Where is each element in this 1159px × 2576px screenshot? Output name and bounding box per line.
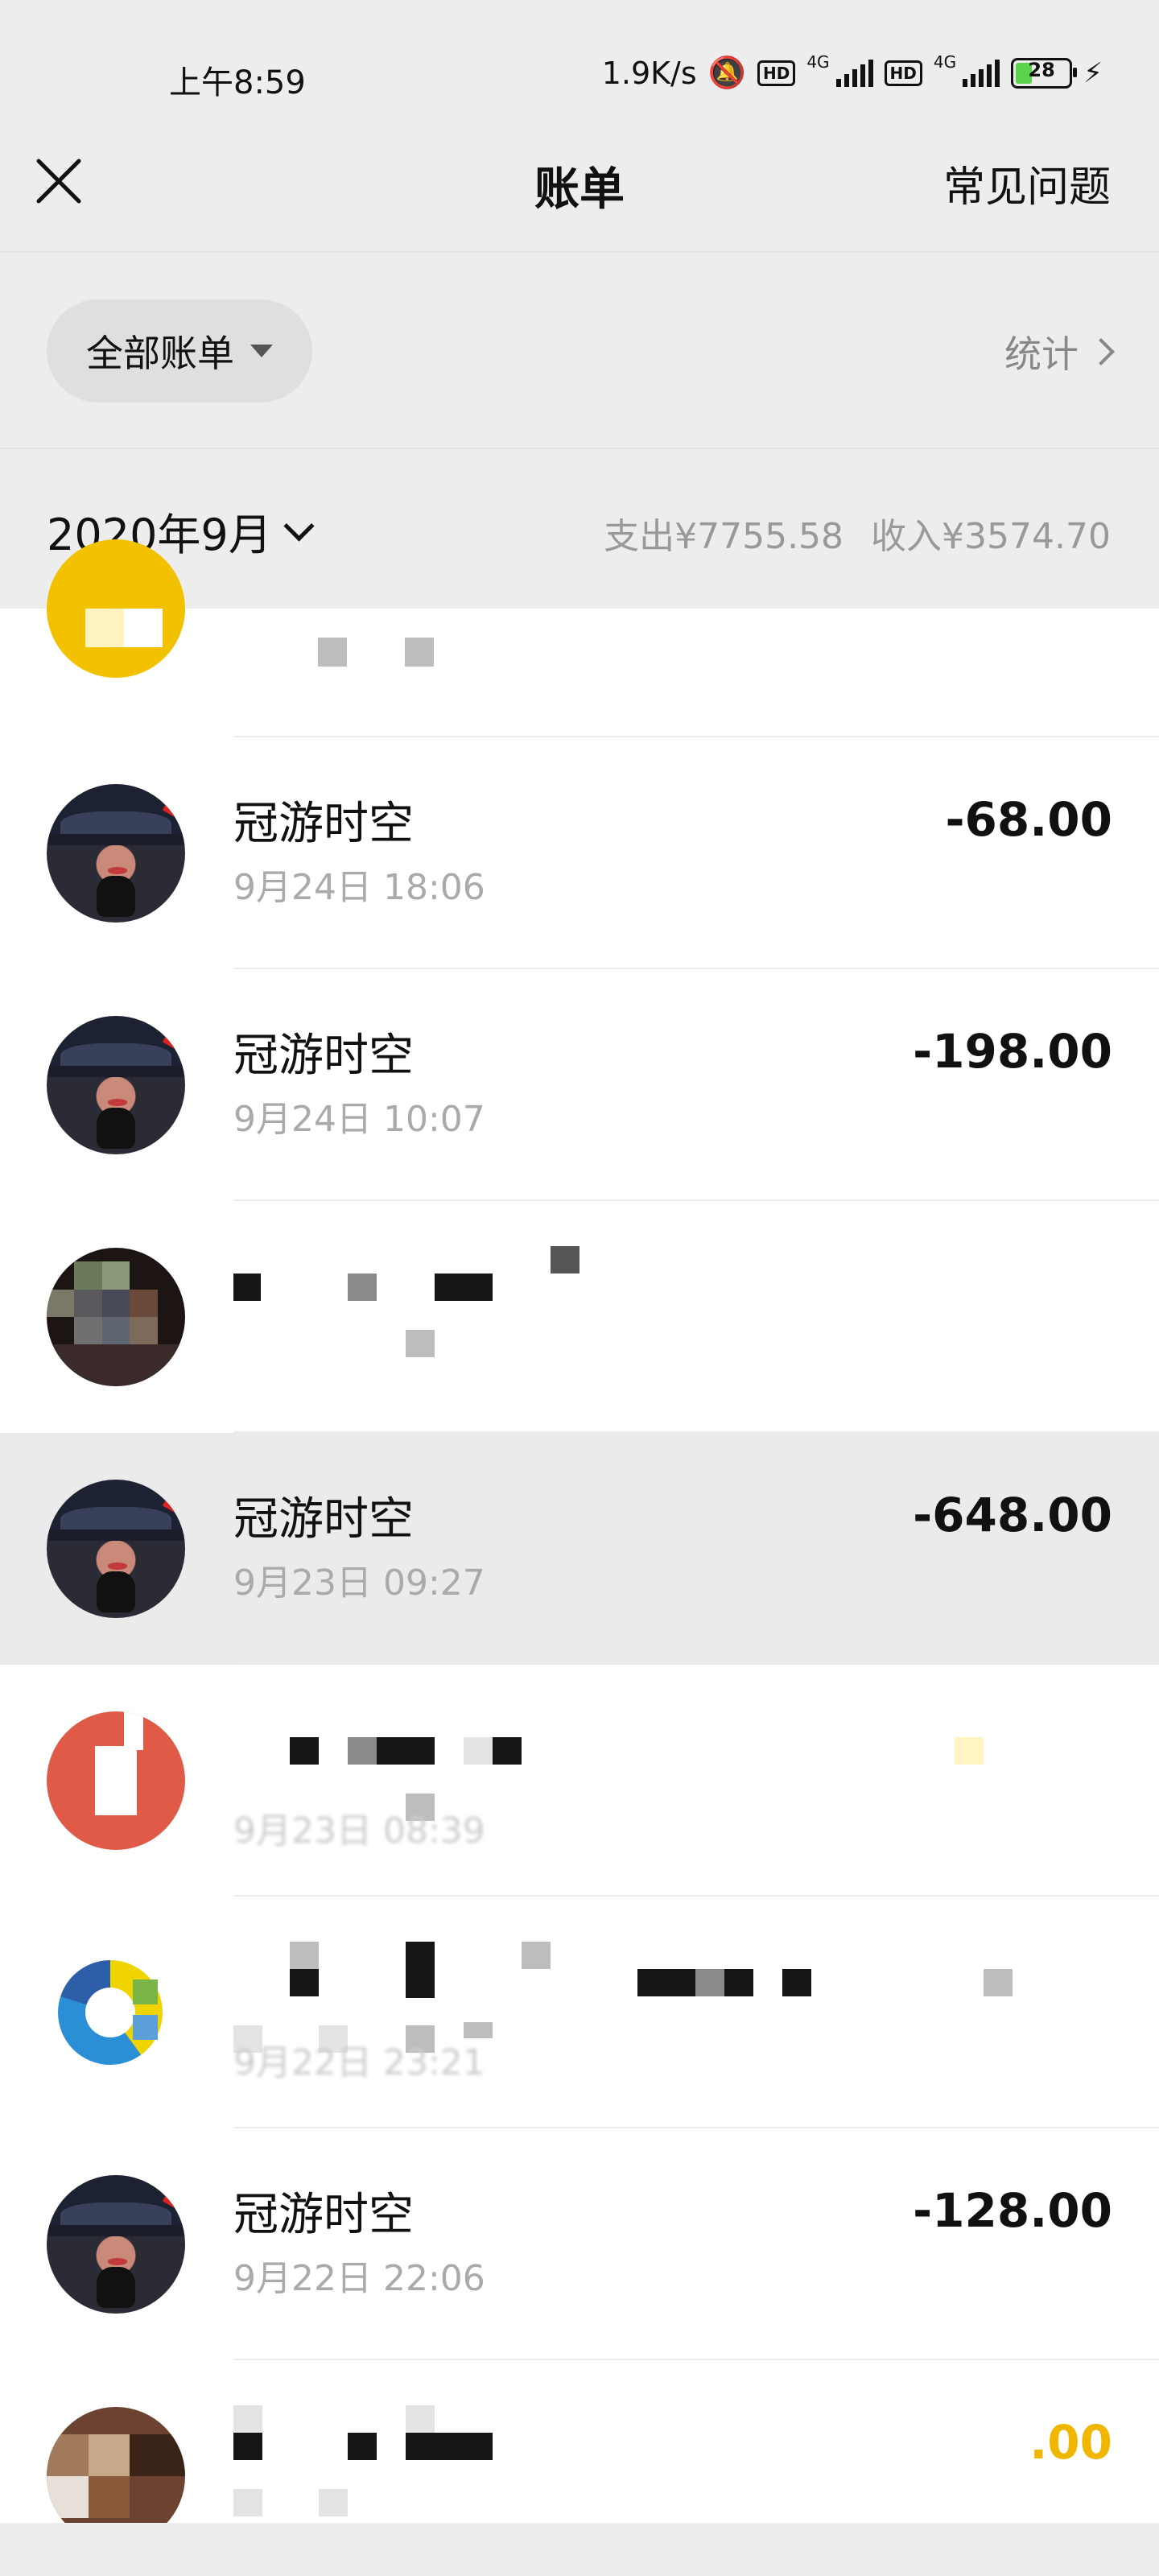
merchant-avatar xyxy=(47,2175,185,2314)
transaction-amount: -648.00 xyxy=(913,1488,1112,1542)
stats-link[interactable]: 统计 xyxy=(1004,325,1115,378)
mosaic-block xyxy=(348,1737,377,1765)
signal-icon xyxy=(835,59,873,87)
mosaic-block xyxy=(406,1942,435,1998)
mosaic-block xyxy=(984,1969,1013,1996)
income-total: 收入¥3574.70 xyxy=(871,516,1111,557)
battery-level: 28 xyxy=(1028,58,1055,81)
merchant-avatar xyxy=(47,1016,185,1154)
transaction-time: 9月22日 22:06 xyxy=(233,2258,485,2299)
mosaic-block xyxy=(233,2489,262,2516)
transaction-time: 9月23日 09:27 xyxy=(233,1563,485,1604)
transaction-name: 冠游时空 xyxy=(233,798,414,850)
merchant-avatar xyxy=(47,1480,185,1618)
transaction-amount: -128.00 xyxy=(913,2183,1112,2238)
chevron-right-icon xyxy=(1087,338,1115,365)
filter-bar: 全部账单 统计 xyxy=(0,251,1159,446)
dropdown-triangle-icon xyxy=(250,345,273,357)
mosaic-block xyxy=(348,1274,377,1301)
mosaic-block xyxy=(290,1942,319,1969)
transaction-time: 9月24日 10:07 xyxy=(233,1099,485,1140)
status-indicators: 1.9K/s 🔕 HD 4G HD 4G 28 ⚡ xyxy=(601,52,1103,91)
bill-type-label: 全部账单 xyxy=(86,332,234,375)
mosaic-block xyxy=(233,2405,262,2433)
mosaic-block xyxy=(406,1330,435,1357)
merchant-avatar xyxy=(47,784,185,923)
faq-link[interactable]: 常见问题 xyxy=(943,153,1111,213)
obscured-time: 9月22日 23:21 xyxy=(233,2042,485,2083)
obscured-amount: .00 xyxy=(1029,2415,1112,2470)
list-item[interactable]: .00 xyxy=(0,2360,1159,2545)
mosaic-block xyxy=(318,638,347,667)
merchant-avatar xyxy=(47,539,185,678)
transaction-amount: -198.00 xyxy=(913,1024,1112,1079)
list-item[interactable] xyxy=(0,1201,1159,1433)
battery-icon: 28 xyxy=(1011,57,1078,89)
mosaic-block xyxy=(522,1942,551,1969)
merchant-avatar xyxy=(47,1943,185,2082)
mosaic-block xyxy=(290,1969,319,1996)
list-item[interactable]: 9月23日 08:39 xyxy=(0,1665,1159,1897)
signal-label: 4G xyxy=(806,52,830,72)
mosaic-block xyxy=(290,1737,319,1765)
chevron-down-icon xyxy=(283,510,315,542)
mosaic-block xyxy=(406,2433,493,2460)
mosaic-block xyxy=(695,1969,724,1996)
transaction-name: 冠游时空 xyxy=(233,1493,414,1546)
nav-bar: 账单 常见问题 xyxy=(0,121,1159,242)
transaction-time: 9月24日 18:06 xyxy=(233,867,485,908)
mute-icon: 🔕 xyxy=(707,55,746,90)
mosaic-block xyxy=(233,2433,262,2460)
bill-type-selector[interactable]: 全部账单 xyxy=(47,299,312,402)
mosaic-block xyxy=(405,638,434,667)
list-item[interactable]: 冠游时空 9月22日 22:06 -128.00 xyxy=(0,2128,1159,2360)
transaction-name: 冠游时空 xyxy=(233,2189,414,2241)
transaction-name: 冠游时空 xyxy=(233,1030,414,1082)
stats-label: 统计 xyxy=(1004,332,1079,376)
mosaic-block xyxy=(551,1246,580,1274)
status-time: 上午8:59 xyxy=(169,64,306,101)
mosaic-block xyxy=(782,1969,811,1996)
mosaic-block xyxy=(233,1274,261,1301)
merchant-avatar xyxy=(47,1711,185,1850)
list-item[interactable]: 冠游时空 9月24日 18:06 -68.00 xyxy=(0,737,1159,969)
mosaic-block xyxy=(464,1737,493,1765)
expense-total: 支出¥7755.58 xyxy=(604,516,844,557)
mosaic-block xyxy=(637,1969,695,1996)
month-summary: 支出¥7755.58 收入¥3574.70 xyxy=(604,507,1111,559)
merchant-avatar xyxy=(47,1248,185,1386)
network-speed: 1.9K/s xyxy=(601,55,697,91)
charging-icon: ⚡ xyxy=(1083,56,1103,89)
list-item[interactable]: 冠游时空 9月24日 10:07 -198.00 xyxy=(0,969,1159,1201)
signal-icon-2 xyxy=(963,59,1000,87)
list-item[interactable] xyxy=(0,539,1159,737)
obscured-time: 9月23日 08:39 xyxy=(233,1810,485,1852)
mosaic-block xyxy=(493,1737,522,1765)
bottom-strip xyxy=(0,2523,1159,2576)
mosaic-block xyxy=(406,2405,435,2433)
transaction-list: 冠游时空 9月24日 18:06 -68.00 冠游时空 9月24日 10:07… xyxy=(0,539,1159,2545)
signal-label-2: 4G xyxy=(933,52,957,72)
mosaic-block xyxy=(377,1737,435,1765)
transaction-amount: -68.00 xyxy=(945,792,1112,847)
mosaic-block xyxy=(319,2489,348,2516)
hd-badge: HD xyxy=(757,60,796,86)
mosaic-block xyxy=(955,1737,984,1765)
mosaic-block xyxy=(724,1969,753,1996)
list-item[interactable]: 冠游时空 9月23日 09:27 -648.00 xyxy=(0,1433,1159,1665)
mosaic-block xyxy=(435,1274,493,1301)
hd-badge-2: HD xyxy=(884,60,922,86)
list-item[interactable]: 9月22日 23:21 xyxy=(0,1897,1159,2128)
mosaic-block xyxy=(348,2433,377,2460)
